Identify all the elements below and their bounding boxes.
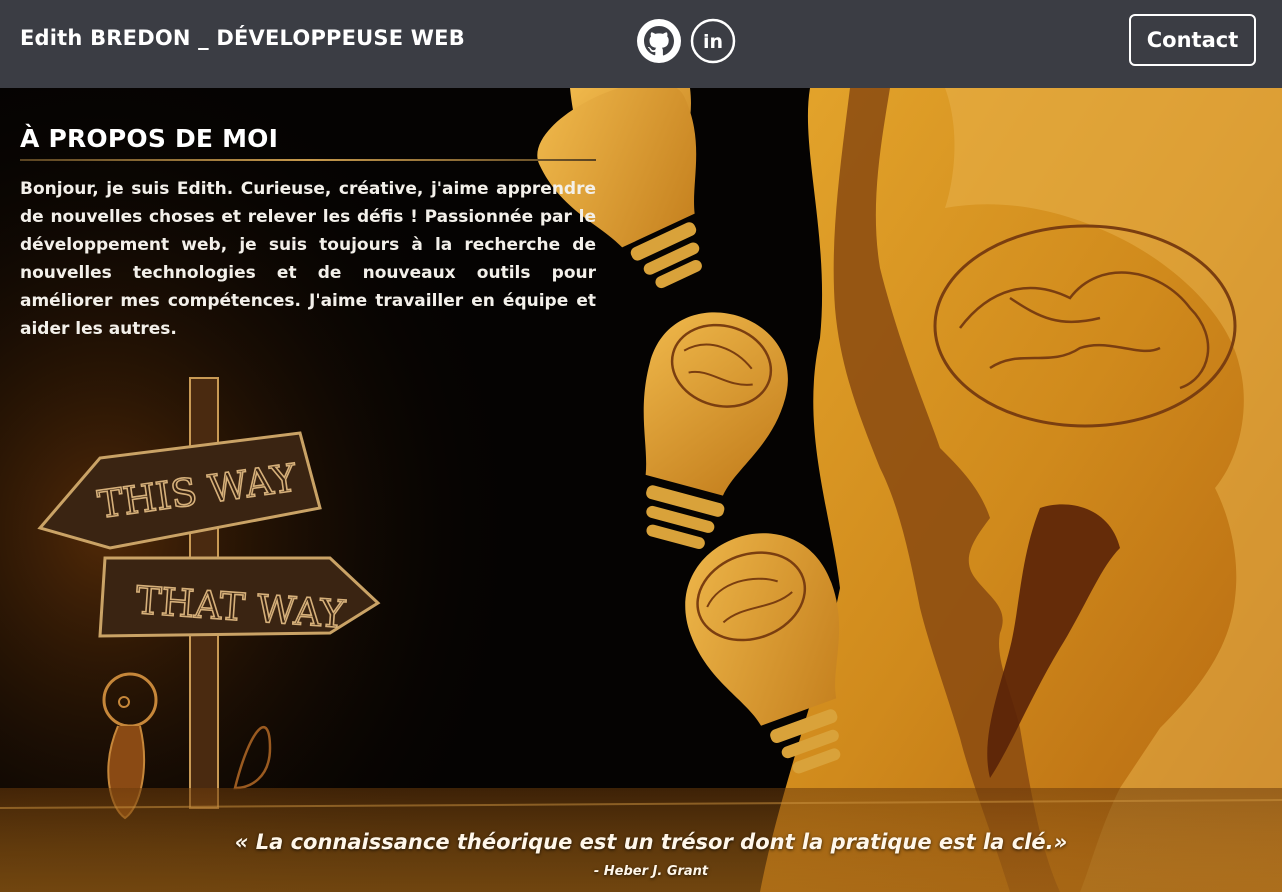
linkedin-icon: in [690,18,736,64]
linkedin-link[interactable]: in [690,18,736,64]
about-title: À PROPOS DE MOI [20,124,279,153]
hero-section: THIS WAY THAT WAY À PROPOS DE MOI Bonjou… [0,88,1282,892]
title-underline [20,159,596,161]
social-links: in [636,18,736,64]
contact-button[interactable]: Contact [1129,14,1256,66]
github-link[interactable] [636,18,682,64]
about-section: À PROPOS DE MOI Bonjour, je suis Edith. … [20,124,596,360]
quote-text: « La connaissance théorique est un tréso… [234,830,1068,854]
linkedin-label: in [703,31,723,53]
site-title: Edith BREDON _ DÉVELOPPEUSE WEB [20,26,465,50]
quote-author: - Heber J. Grant [593,864,709,879]
github-icon [637,19,681,63]
about-paragraph: Bonjour, je suis Edith. Curieuse, créati… [20,179,596,339]
site-header: Edith BREDON _ DÉVELOPPEUSE WEB in Conta… [0,0,1282,88]
